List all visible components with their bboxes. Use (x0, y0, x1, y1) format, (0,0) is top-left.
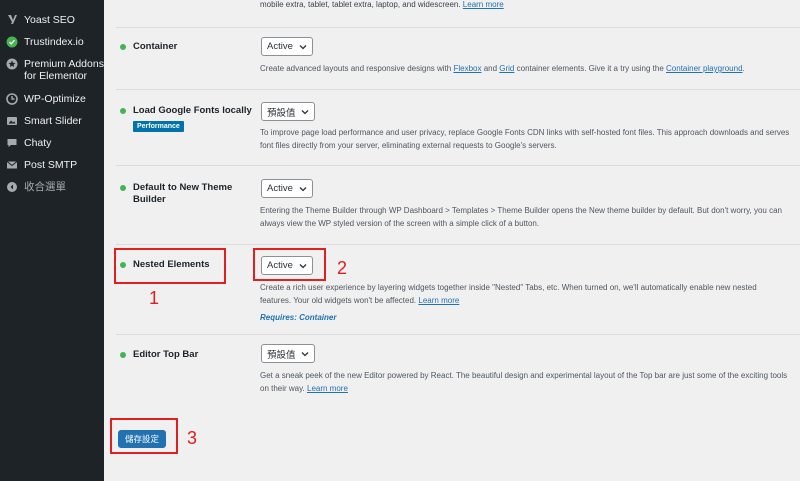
learn-more-link[interactable]: Learn more (418, 296, 459, 305)
divider (116, 165, 800, 166)
sidebar-item-yoast-seo[interactable]: Yoast SEO (0, 14, 104, 26)
feature-description: Get a sneak peek of the new Editor power… (260, 371, 788, 393)
chevron-down-icon (299, 45, 307, 50)
annotation-box-active-select (253, 248, 326, 281)
sidebar-item-post-smtp[interactable]: Post SMTP (0, 159, 104, 171)
settings-panel: mobile extra, tablet, tablet extra, lapt… (104, 0, 800, 481)
sidebar-item-label: Trustindex.io (24, 36, 84, 48)
sidebar-item-label: Premium Addons for Elementor (24, 58, 104, 82)
premium-addons-icon (6, 58, 18, 70)
annotation-number: 2 (337, 258, 348, 278)
top-note: mobile extra, tablet, tablet extra, lapt… (260, 0, 504, 9)
admin-sidebar: Yoast SEO Trustindex.io Premium Addons f… (0, 0, 104, 481)
annotation-number: 3 (187, 428, 198, 448)
container-playground-link[interactable]: Container playground (666, 64, 743, 73)
feature-description: Entering the Theme Builder through WP Da… (260, 206, 782, 228)
sidebar-item-label: 收合選單 (24, 181, 66, 193)
performance-badge: Performance (133, 121, 184, 132)
chevron-down-icon (301, 352, 309, 357)
feature-description: Create a rich user experience by layerin… (260, 283, 757, 305)
slider-icon (6, 115, 18, 127)
feature-title-editor-top-bar: Editor Top Bar (133, 349, 199, 360)
theme-builder-select[interactable]: Active (261, 179, 313, 198)
divider (116, 27, 800, 28)
sidebar-item-chaty[interactable]: Chaty (0, 137, 104, 149)
annotation-box-save-button (110, 418, 178, 454)
sidebar-item-smart-slider[interactable]: Smart Slider (0, 115, 104, 127)
sidebar-item-trustindex[interactable]: Trustindex.io (0, 36, 104, 48)
chevron-down-icon (299, 187, 307, 192)
optimize-icon (6, 93, 18, 105)
chevron-down-icon (301, 110, 309, 115)
sidebar-item-label: Chaty (24, 137, 52, 149)
editor-top-bar-select[interactable]: 預設值 (261, 344, 315, 363)
sidebar-item-label: Post SMTP (24, 159, 78, 171)
status-dot-icon (120, 44, 126, 50)
sidebar-item-label: Yoast SEO (24, 14, 75, 26)
sidebar-collapse-menu[interactable]: 收合選單 (0, 181, 104, 193)
feature-description: To improve page load performance and use… (260, 128, 790, 150)
annotation-number: 1 (149, 288, 160, 308)
requires-note: Requires: Container (260, 313, 337, 322)
yoast-icon (6, 14, 18, 26)
container-select[interactable]: Active (261, 37, 313, 56)
sidebar-item-label: WP-Optimize (24, 93, 86, 105)
divider (116, 244, 800, 245)
collapse-icon (6, 181, 18, 193)
learn-more-link[interactable]: Learn more (307, 384, 348, 393)
mail-icon (6, 159, 18, 171)
grid-link[interactable]: Grid (499, 64, 514, 73)
sidebar-item-premium-addons[interactable]: Premium Addons for Elementor (0, 58, 104, 82)
feature-title-theme-builder: Default to New Theme Builder (133, 182, 233, 205)
feature-title-google-fonts: Load Google Fonts locally (133, 105, 252, 116)
annotation-box-nested-elements (114, 248, 226, 284)
checkmark-icon (6, 36, 18, 48)
status-dot-icon (120, 185, 126, 191)
status-dot-icon (120, 108, 126, 114)
google-fonts-select[interactable]: 預設值 (261, 102, 315, 121)
sidebar-item-wp-optimize[interactable]: WP-Optimize (0, 93, 104, 105)
sidebar-item-label: Smart Slider (24, 115, 82, 127)
chat-icon (6, 137, 18, 149)
flexbox-link[interactable]: Flexbox (453, 64, 481, 73)
divider (116, 334, 800, 335)
divider (116, 89, 800, 90)
learn-more-link[interactable]: Learn more (463, 0, 504, 9)
feature-title-container: Container (133, 41, 178, 52)
feature-description: Create advanced layouts and responsive d… (260, 64, 745, 73)
status-dot-icon (120, 352, 126, 358)
